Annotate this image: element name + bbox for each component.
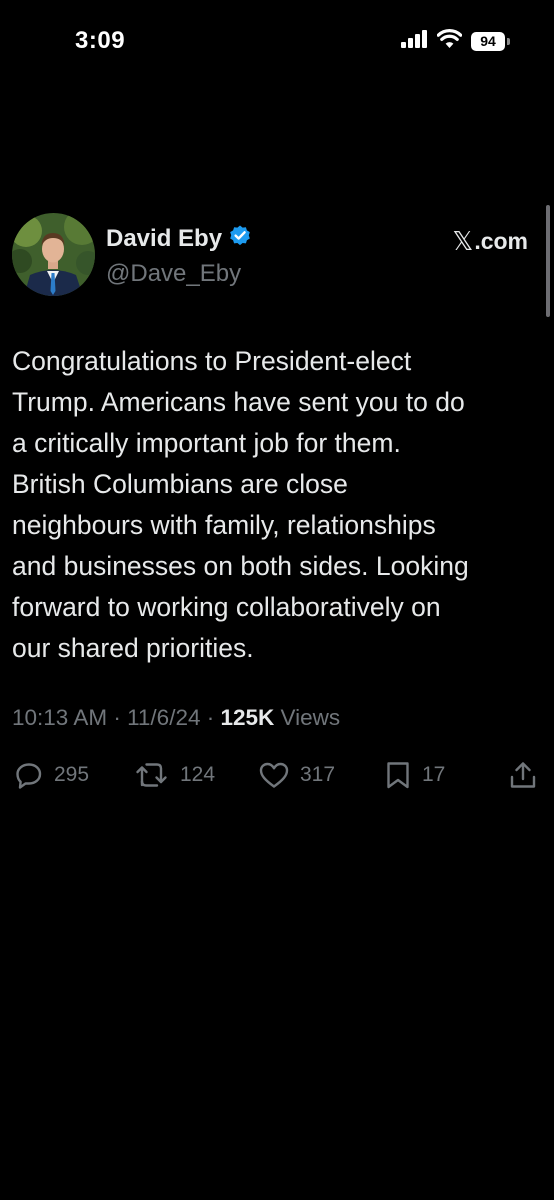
repost-count: 124 xyxy=(180,763,216,786)
site-domain: .com xyxy=(474,228,528,254)
reply-icon xyxy=(14,760,44,790)
battery-level: 94 xyxy=(471,31,505,51)
status-time: 3:09 xyxy=(75,27,126,54)
status-icons: 94 xyxy=(401,29,510,53)
cellular-signal-icon xyxy=(401,29,428,53)
tweet-text-line: and businesses on both sides. Looking xyxy=(12,551,469,581)
tweet-meta: 10:13 AM · 11/6/24 · 125K Views xyxy=(12,705,340,731)
bookmark-button[interactable]: 17 xyxy=(384,758,445,792)
display-name[interactable]: David Eby xyxy=(106,225,222,253)
tweet-time[interactable]: 10:13 AM xyxy=(12,705,107,730)
bookmark-count: 17 xyxy=(422,763,446,786)
tweet-text-line: Congratulations to President-elect xyxy=(12,346,412,376)
avatar[interactable] xyxy=(12,213,95,296)
share-button[interactable] xyxy=(508,758,538,792)
repost-icon xyxy=(134,760,170,790)
verified-badge-icon xyxy=(228,224,252,253)
status-bar: 3:09 94 xyxy=(0,0,554,84)
tweet-text-line: forward to working collaboratively on xyxy=(12,592,441,622)
bookmark-icon xyxy=(384,760,412,790)
like-button[interactable]: 317 xyxy=(258,758,335,792)
author-name-row[interactable]: David Eby xyxy=(106,224,252,253)
tweet-text: Congratulations to President-elect Trump… xyxy=(12,341,532,669)
battery-icon: 94 xyxy=(471,31,510,51)
reply-count: 295 xyxy=(54,763,90,786)
reply-button[interactable]: 295 xyxy=(14,758,89,792)
tweet-text-line: British Columbians are close xyxy=(12,469,348,499)
x-com-link[interactable]: 𝕏 .com xyxy=(452,226,528,257)
author-handle[interactable]: @Dave_Eby xyxy=(106,260,241,288)
views-label: Views xyxy=(274,705,341,730)
share-icon xyxy=(508,760,538,790)
x-logo-icon: 𝕏 xyxy=(452,226,474,256)
tweet-text-line: our shared priorities. xyxy=(12,633,254,663)
views-count: 125K xyxy=(220,705,275,730)
tweet-text-line: neighbours with family, relationships xyxy=(12,510,436,540)
like-count: 317 xyxy=(300,763,336,786)
tweet-text-line: a critically important job for them. xyxy=(12,428,401,458)
repost-button[interactable]: 124 xyxy=(134,758,215,792)
meta-separator: · xyxy=(107,705,128,730)
heart-icon xyxy=(258,760,290,790)
tweet-text-line: Trump. Americans have sent you to do xyxy=(12,387,465,417)
meta-separator: · xyxy=(200,705,221,730)
battery-tip xyxy=(507,37,510,45)
tweet-date[interactable]: 11/6/24 xyxy=(127,705,200,730)
wifi-icon xyxy=(436,29,463,53)
scroll-indicator[interactable] xyxy=(546,205,550,317)
